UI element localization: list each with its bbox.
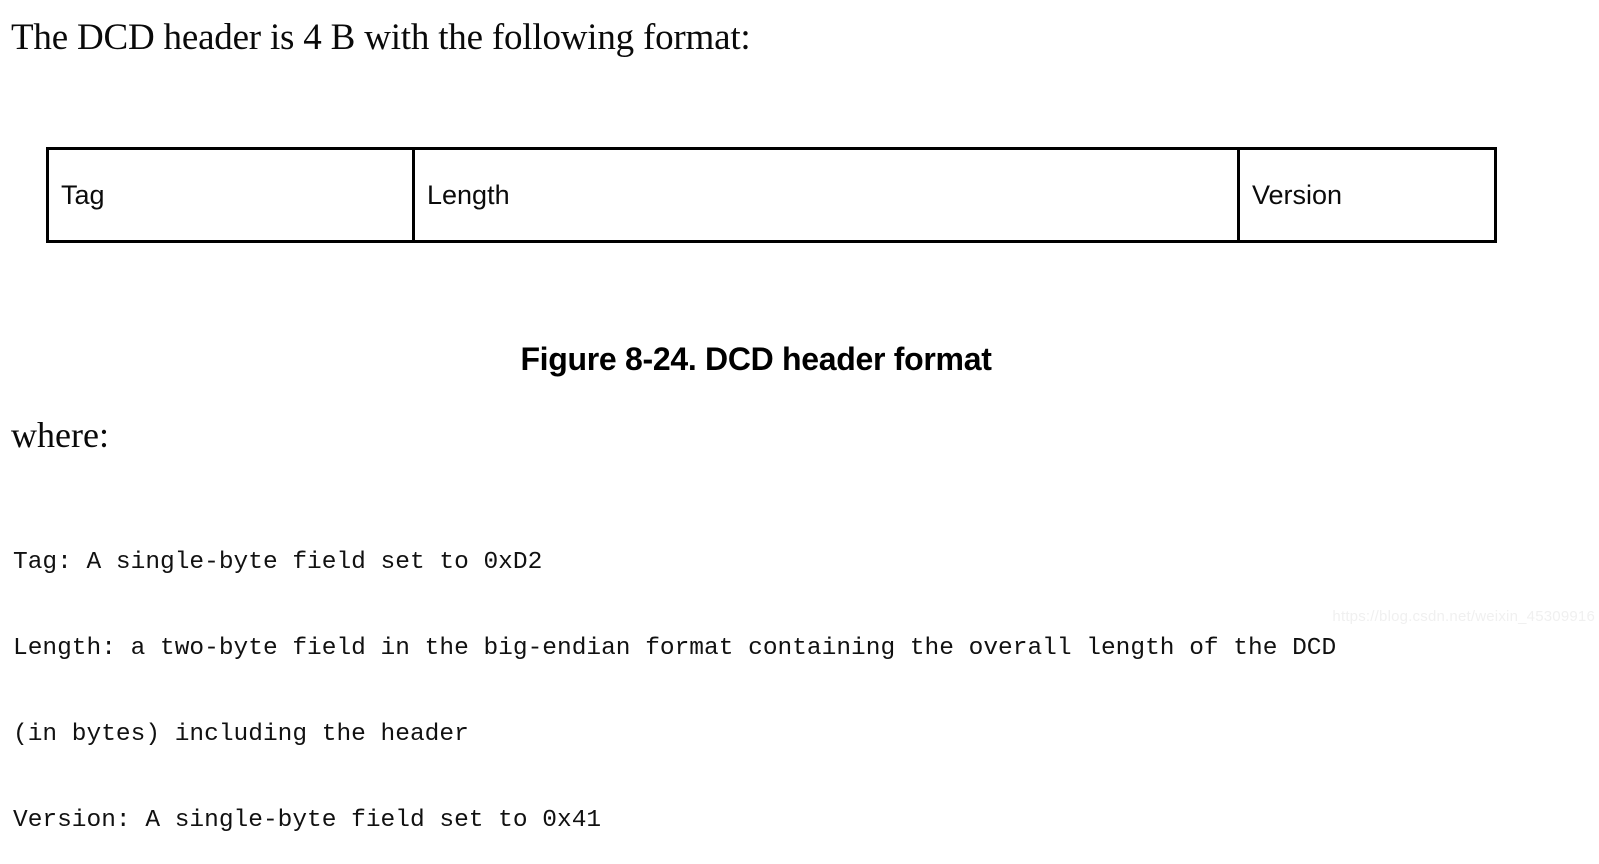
- definition-line-tag: Tag: A single-byte field set to 0xD2: [13, 549, 543, 577]
- watermark: https://blog.csdn.net/weixin_45309916: [1332, 608, 1595, 625]
- definition-line-version: Version: A single-byte field set to 0x41: [13, 806, 602, 834]
- definition-line-length-continued: (in bytes) including the header: [13, 720, 469, 748]
- diagram-field-version: Version: [1240, 150, 1494, 240]
- diagram-field-length-label: Length: [427, 180, 510, 210]
- diagram-field-version-label: Version: [1252, 180, 1343, 210]
- dcd-header-format-diagram: Tag Length Version: [46, 147, 1497, 243]
- field-definitions-block: Tag: A single-byte field set to 0xD2 Len…: [13, 492, 1336, 864]
- figure-caption: Figure 8-24. DCD header format: [520, 341, 992, 377]
- definition-line-length: Length: a two-byte field in the big-endi…: [13, 634, 1337, 662]
- diagram-field-tag: Tag: [49, 150, 415, 240]
- intro-paragraph: The DCD header is 4 B with the following…: [11, 17, 751, 58]
- diagram-field-tag-label: Tag: [61, 180, 105, 210]
- where-label: where:: [11, 415, 109, 455]
- diagram-field-length: Length: [415, 150, 1240, 240]
